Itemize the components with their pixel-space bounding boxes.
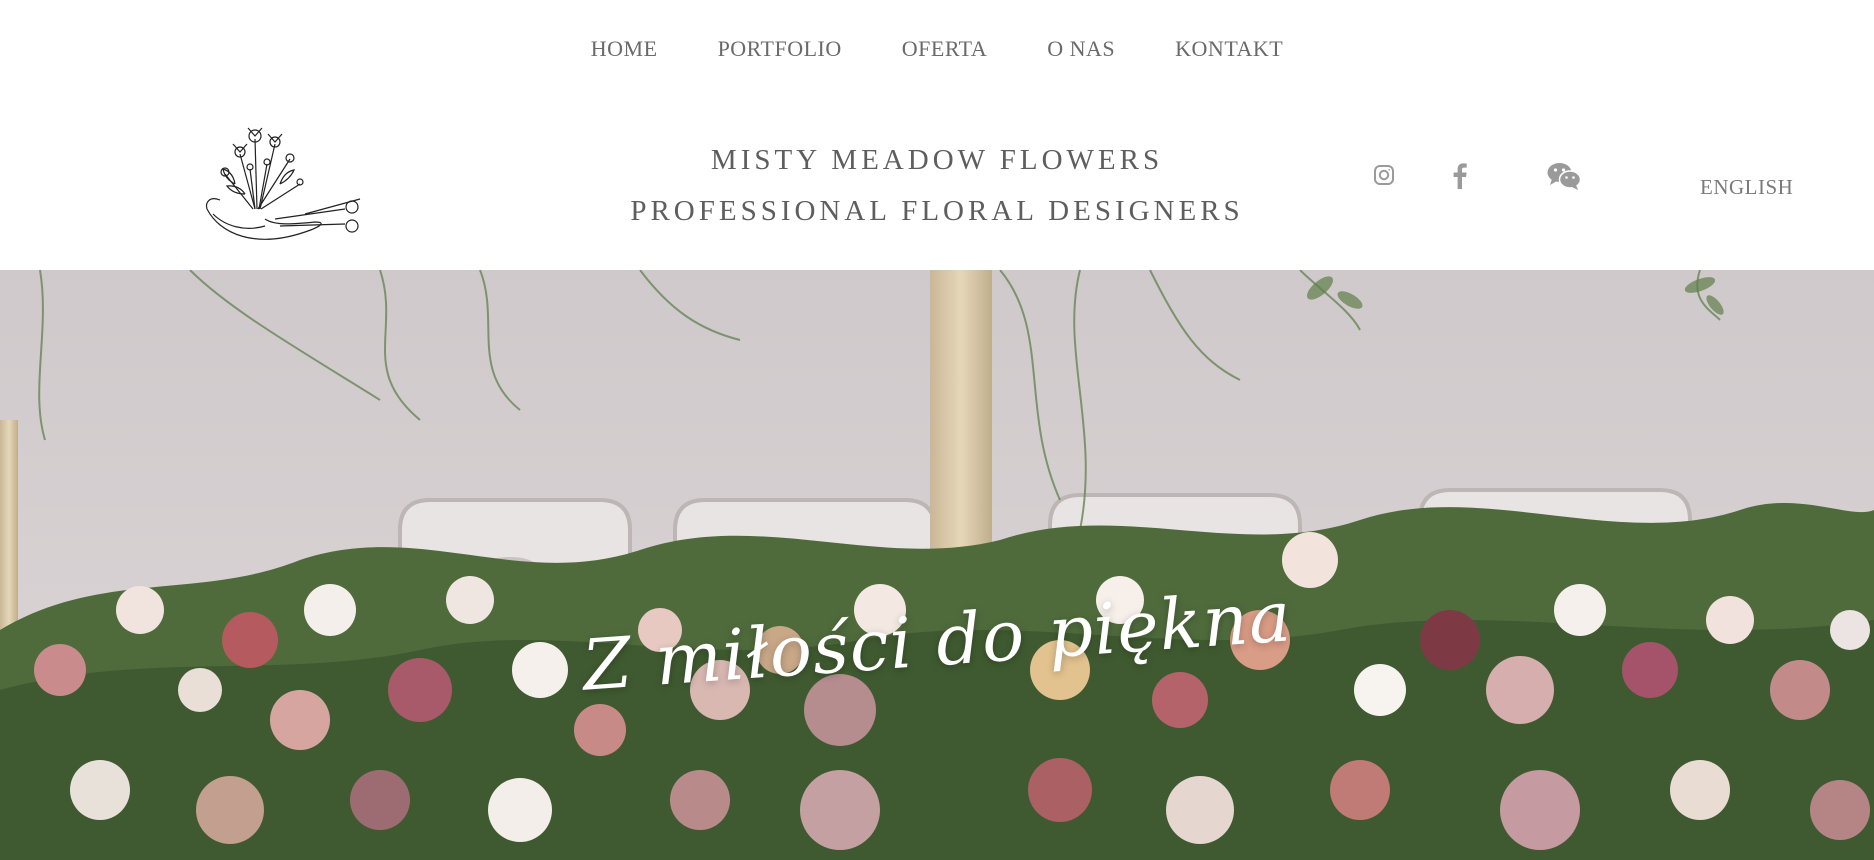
brand-title: MISTY MEADOW FLOWERS [710, 144, 1164, 176]
brand-subtitle: PROFESSIONAL FLORAL DESIGNERS [630, 195, 1244, 227]
hero-banner: Z miłości do piękna [0, 270, 1874, 860]
site-header: MISTY MEADOW FLOWERS PROFESSIONAL FLORAL… [0, 100, 1874, 270]
language-switch-english[interactable]: ENGLISH [1700, 175, 1793, 200]
nav-list: HOME PORTFOLIO OFERTA O NAS KONTAKT [0, 36, 1874, 62]
wechat-icon[interactable] [1547, 162, 1581, 190]
nav-item-oferta[interactable]: OFERTA [902, 36, 987, 62]
instagram-icon[interactable] [1373, 164, 1395, 186]
logo-icon[interactable] [195, 114, 370, 259]
nav-item-home[interactable]: HOME [591, 36, 658, 62]
nav-item-o-nas[interactable]: O NAS [1047, 36, 1115, 62]
nav-item-portfolio[interactable]: PORTFOLIO [718, 36, 842, 62]
main-navigation: HOME PORTFOLIO OFERTA O NAS KONTAKT [0, 0, 1874, 100]
nav-item-kontakt[interactable]: KONTAKT [1175, 36, 1283, 62]
facebook-icon[interactable] [1453, 163, 1467, 189]
